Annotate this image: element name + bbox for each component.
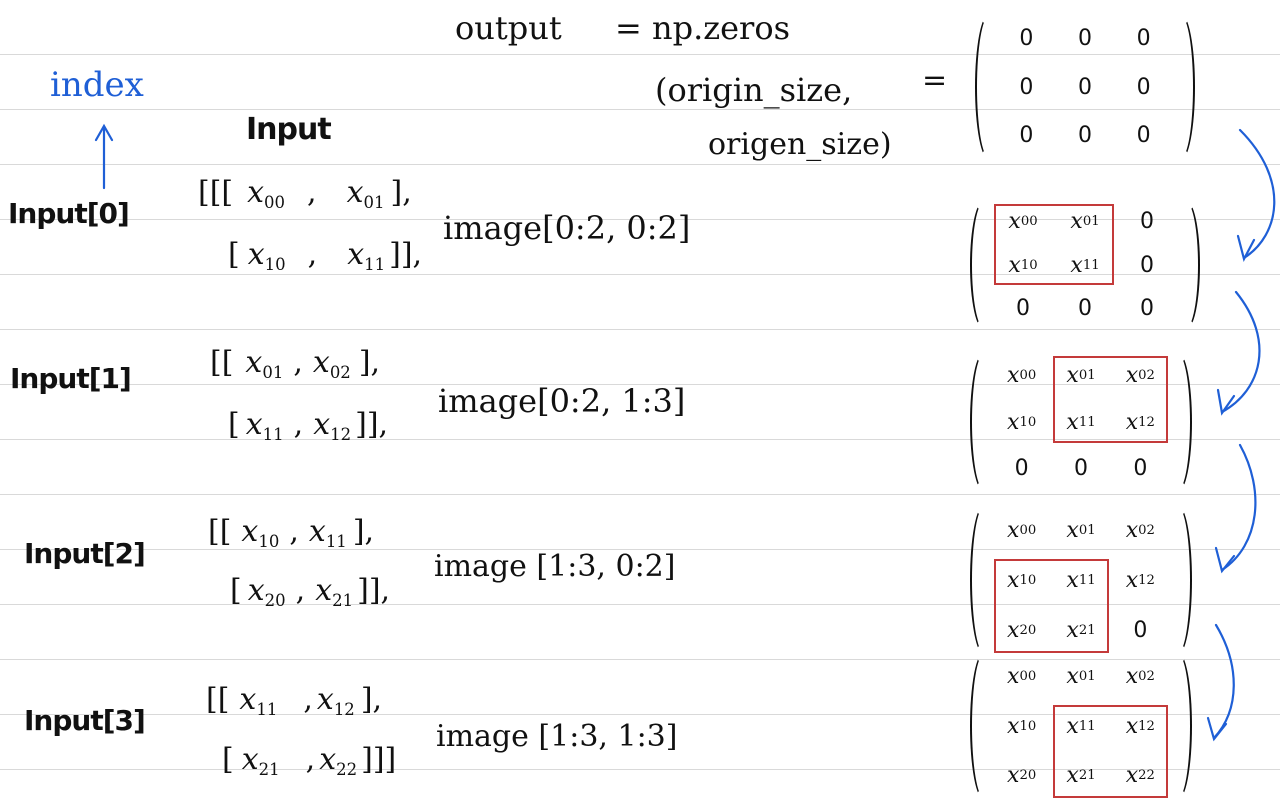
- curved-arrow-1-head: [1236, 234, 1256, 263]
- curved-arrow-2: [1220, 290, 1261, 414]
- curved-arrow-1: [1238, 128, 1276, 260]
- curved-arrow-4: [1212, 623, 1235, 740]
- curved-arrow-4-head: [1206, 716, 1228, 742]
- curved-arrow-3: [1220, 443, 1257, 572]
- curved-arrow-3-head: [1214, 546, 1236, 574]
- arrow-overlay: [94, 123, 1276, 742]
